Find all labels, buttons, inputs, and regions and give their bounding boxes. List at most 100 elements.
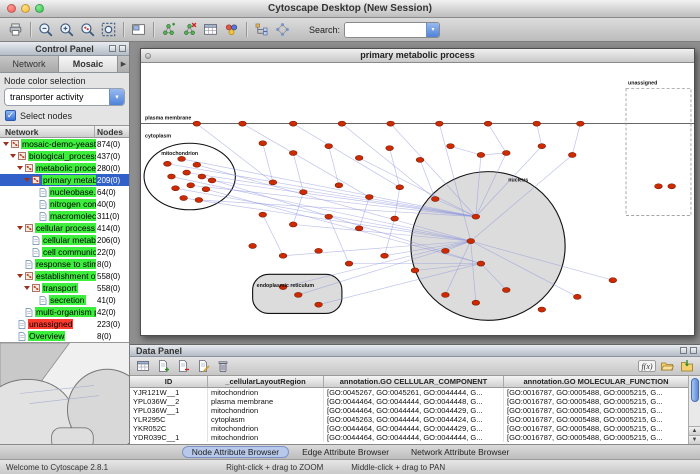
graph-node[interactable] [249,243,257,248]
tree-row[interactable]: multi-organism pro...42(0) [0,306,129,318]
graph-node[interactable] [325,144,333,149]
zoom-fit-icon[interactable] [98,20,119,40]
frame-close-button[interactable] [145,53,151,59]
graph-node[interactable] [193,162,201,167]
overview-icon[interactable] [128,20,149,40]
graph-node[interactable] [172,186,180,191]
table-column-header[interactable]: ID [130,376,208,387]
network-view-titlebar[interactable]: primary metabolic process [141,49,694,63]
graph-node[interactable] [484,121,492,126]
graph-node[interactable] [239,121,247,126]
graph-node[interactable] [338,121,346,126]
tree-row[interactable]: response to stimul...8(0) [0,258,129,270]
graph-node[interactable] [577,121,585,126]
graph-node[interactable] [259,141,267,146]
graph-node[interactable] [568,152,576,157]
tree-column-network[interactable]: Network [0,126,95,137]
graph-node[interactable] [502,150,510,155]
tree-row[interactable]: unassigned223(0) [0,318,129,330]
graph-node[interactable] [538,144,546,149]
graph-node[interactable] [387,121,395,126]
table-row[interactable]: YDR039C__1mitochondrion[GO:0044464, GO:0… [130,433,688,442]
tab-network[interactable]: Network [0,56,59,72]
graph-node[interactable] [294,292,302,297]
tree-row[interactable]: macromolecule...311(0) [0,210,129,222]
table-scrollbar[interactable]: ▲ ▼ [688,376,700,444]
network-canvas[interactable]: plasma membranecytoplasmmitochondrionnuc… [141,63,694,335]
new-network-icon[interactable] [158,20,179,40]
zoom-selected-icon[interactable] [77,20,98,40]
table-row[interactable]: YPL036W__1mitochondrion[GO:0044464, GO:0… [130,406,688,415]
graph-node[interactable] [538,307,546,312]
graph-node[interactable] [442,248,450,253]
graph-edge[interactable] [293,124,400,188]
disclosure-triangle-icon[interactable] [10,154,16,158]
graph-node[interactable] [533,121,541,126]
table-row[interactable]: YJR121W__1mitochondrion[GO:0045267, GO:0… [130,388,688,397]
table-column-header[interactable]: annotation.GO MOLECULAR_FUNCTION [504,376,688,387]
disclosure-triangle-icon[interactable] [24,286,30,290]
graph-node[interactable] [435,121,443,126]
tab-network-attribute-browser[interactable]: Network Attribute Browser [402,446,518,458]
graph-node[interactable] [355,155,363,160]
minimize-window-button[interactable] [21,4,30,13]
table-row[interactable]: YPL036W__2plasma membrane[GO:0044464, GO… [130,397,688,406]
graph-node[interactable] [477,152,485,157]
graph-node[interactable] [355,226,363,231]
graph-node[interactable] [502,287,510,292]
attribute-delete-icon[interactable] [174,358,192,375]
graph-node[interactable] [472,300,480,305]
tab-mosaic[interactable]: Mosaic [59,56,118,72]
tree-row[interactable]: mosaic-demo-yeast874(0) [0,138,129,150]
graph-node[interactable] [345,261,353,266]
tree-row[interactable]: nucleobase...64(0) [0,186,129,198]
table-column-header[interactable]: _cellularLayoutRegion [208,376,324,387]
graph-edge[interactable] [390,148,400,187]
graph-edge[interactable] [242,124,369,197]
attribute-new-icon[interactable] [154,358,172,375]
tree-row[interactable]: cell communica...22(0) [0,246,129,258]
tree-row[interactable]: nitrogen compo...40(0) [0,198,129,210]
zoom-out-icon[interactable] [35,20,56,40]
graph-node[interactable] [193,121,201,126]
network-view-frame[interactable]: primary metabolic process plasma membran… [140,48,695,336]
graph-node[interactable] [195,197,203,202]
graph-node[interactable] [299,190,307,195]
graph-node[interactable] [178,156,186,161]
graph-node[interactable] [396,185,404,190]
tree-row[interactable]: transport558(0) [0,282,129,294]
tree-row[interactable]: metabolic process280(0) [0,162,129,174]
scroll-down-icon[interactable]: ▼ [689,435,700,444]
graph-node[interactable] [208,178,216,183]
tab-node-attribute-browser[interactable]: Node Attribute Browser [182,446,289,458]
graph-node[interactable] [411,268,419,273]
close-window-button[interactable] [7,4,16,13]
tree-row[interactable]: cellular metabo...206(0) [0,234,129,246]
tree-row[interactable]: establishment of lo...558(0) [0,270,129,282]
graph-node[interactable] [467,239,475,244]
search-input[interactable] [345,23,426,37]
graph-node[interactable] [365,194,373,199]
tree-row[interactable]: primary metabo...209(0) [0,174,129,186]
layout-icon[interactable] [272,20,293,40]
graph-edge[interactable] [537,124,542,147]
graph-node[interactable] [279,253,287,258]
tree-column-nodes[interactable]: Nodes [95,126,129,137]
graph-node[interactable] [183,170,191,175]
graph-node[interactable] [198,174,206,179]
print-icon[interactable] [5,20,26,40]
graph-node[interactable] [325,214,333,219]
disclosure-triangle-icon[interactable] [3,142,9,146]
float-panel-button[interactable] [109,45,116,52]
select-nodes-checkbox[interactable]: ✓ [5,110,16,121]
graph-node[interactable] [289,222,297,227]
graph-edge[interactable] [488,124,506,153]
birdseye-view[interactable] [0,342,129,444]
graph-edge[interactable] [572,124,580,155]
vizmapper-icon[interactable] [221,20,242,40]
graph-node[interactable] [315,302,323,307]
float-data-panel-button[interactable] [680,347,687,354]
table-column-header[interactable]: annotation.GO CELLULAR_COMPONENT [324,376,504,387]
graph-node[interactable] [269,180,277,185]
graph-node[interactable] [381,253,389,258]
